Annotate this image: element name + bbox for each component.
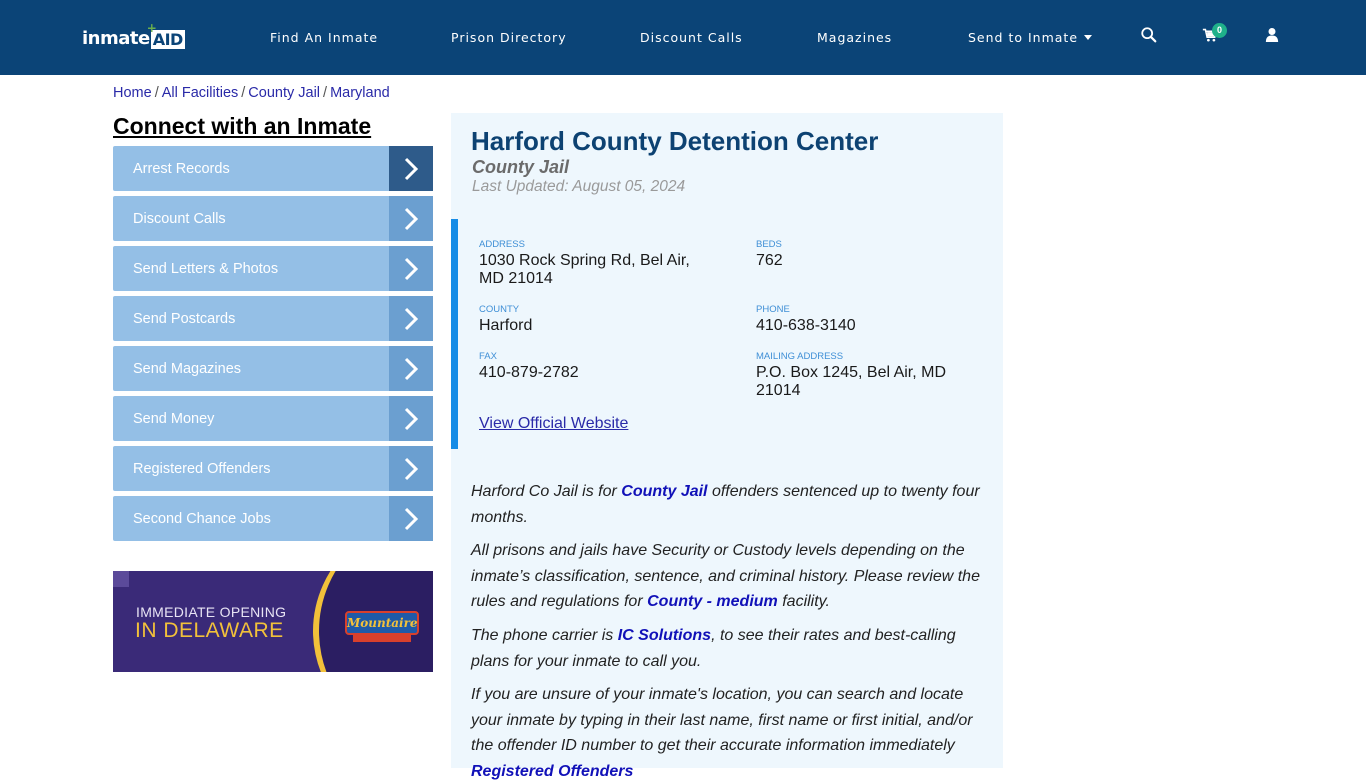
chevron-right-icon <box>389 246 433 291</box>
sidebar-item-second-chance-jobs[interactable]: Second Chance Jobs <box>113 496 433 541</box>
field-fax: FAX 410-879-2782 <box>479 351 709 382</box>
info-accent-bar <box>451 219 458 449</box>
sidebar-item-send-letters-photos[interactable]: Send Letters & Photos <box>113 246 433 291</box>
sidebar-item-label: Send Postcards <box>133 310 236 327</box>
inmateaid-logo[interactable]: inmate + AID <box>82 22 185 50</box>
field-value: P.O. Box 1245, Bel Air, MD 21014 <box>756 364 947 399</box>
breadcrumb-county-jail[interactable]: County Jail <box>248 85 320 101</box>
field-value: 762 <box>756 252 783 269</box>
sidebar-item-label: Discount Calls <box>133 210 226 227</box>
field-value: 410-638-3140 <box>756 317 856 334</box>
desc-text: The phone carrier is <box>471 627 618 644</box>
nav-magazines[interactable]: Magazines <box>817 0 892 75</box>
sidebar-title: Connect with an Inmate <box>113 113 372 139</box>
breadcrumb-home[interactable]: Home <box>113 85 152 101</box>
chevron-right-icon <box>389 446 433 491</box>
sidebar-item-arrest-records[interactable]: Arrest Records <box>113 146 433 191</box>
nav-prison-directory[interactable]: Prison Directory <box>451 0 567 75</box>
breadcrumb-all-facilities[interactable]: All Facilities <box>162 85 239 101</box>
caret-down-icon <box>1084 35 1093 40</box>
sidebar-item-label: Arrest Records <box>133 160 230 177</box>
desc-text: facility. <box>777 593 830 610</box>
field-label: ADDRESS <box>479 239 525 250</box>
facility-name: Harford County Detention Center <box>471 126 879 156</box>
chevron-right-icon <box>389 146 433 191</box>
registered-offenders-link[interactable]: Registered Offenders <box>471 763 633 780</box>
chevron-right-icon <box>389 296 433 341</box>
sidebar-item-send-money[interactable]: Send Money <box>113 396 433 441</box>
chevron-right-icon <box>389 346 433 391</box>
advertisement-banner[interactable]: IMMEDIATE OPENING IN DELAWARE Mountaire <box>113 571 433 672</box>
field-county: COUNTY Harford <box>479 304 709 335</box>
breadcrumb: Home / All Facilities / County Jail / Maryland <box>113 85 390 101</box>
top-navigation-bar: inmate + AID Find An Inmate Prison Direct… <box>0 0 1366 75</box>
breadcrumb-maryland[interactable]: Maryland <box>330 85 390 101</box>
breadcrumb-separator: / <box>154 85 159 101</box>
field-label: FAX <box>479 351 497 362</box>
nav-discount-calls[interactable]: Discount Calls <box>640 0 743 75</box>
breadcrumb-separator: / <box>241 85 246 101</box>
view-official-website-link[interactable]: View Official Website <box>479 415 628 433</box>
sidebar-item-send-magazines[interactable]: Send Magazines <box>113 346 433 391</box>
desc-text: If you are unsure of your inmate's locat… <box>471 686 973 754</box>
sidebar-item-registered-offenders[interactable]: Registered Offenders <box>113 446 433 491</box>
nav-send-to-inmate[interactable]: Send to Inmate <box>968 0 1093 75</box>
sidebar-item-label: Send Money <box>133 410 215 427</box>
field-label: COUNTY <box>479 304 520 315</box>
ad-headline-line1: IMMEDIATE OPENING <box>136 604 287 620</box>
sidebar-item-label: Second Chance Jobs <box>133 510 271 527</box>
sidebar-item-send-postcards[interactable]: Send Postcards <box>113 296 433 341</box>
field-value: 410-879-2782 <box>479 364 579 381</box>
field-address: ADDRESS 1030 Rock Spring Rd, Bel Air, MD… <box>479 239 709 288</box>
logo-text-inmate: inmate <box>82 28 150 49</box>
field-beds: BEDS 762 <box>756 239 986 270</box>
description-paragraph-2: All prisons and jails have Security or C… <box>471 538 991 615</box>
nav-find-an-inmate[interactable]: Find An Inmate <box>270 0 378 75</box>
user-icon[interactable] <box>1265 27 1285 47</box>
search-icon[interactable] <box>1140 26 1160 46</box>
description-paragraph-4: If you are unsure of your inmate's locat… <box>471 682 991 784</box>
ad-brand-logo: Mountaire <box>345 611 419 635</box>
field-label: MAILING ADDRESS <box>756 351 844 362</box>
description-paragraph-1: Harford Co Jail is for County Jail offen… <box>471 479 991 530</box>
ad-decor-square <box>113 571 129 587</box>
last-updated: Last Updated: August 05, 2024 <box>472 178 686 195</box>
ad-headline-line2: IN DELAWARE <box>135 619 284 642</box>
chevron-right-icon <box>389 196 433 241</box>
breadcrumb-separator: / <box>323 85 328 101</box>
county-jail-link[interactable]: County Jail <box>621 483 707 500</box>
field-label: BEDS <box>756 239 782 250</box>
description-paragraph-3: The phone carrier is IC Solutions, to se… <box>471 623 991 674</box>
sidebar-item-label: Registered Offenders <box>133 460 271 477</box>
logo-aid-label: AID <box>152 30 184 49</box>
chevron-right-icon <box>389 496 433 541</box>
sidebar-menu: Arrest Records Discount Calls Send Lette… <box>113 146 433 546</box>
field-value: 1030 Rock Spring Rd, Bel Air, MD 21014 <box>479 252 690 287</box>
field-mailing-address: MAILING ADDRESS P.O. Box 1245, Bel Air, … <box>756 351 971 400</box>
logo-plus-icon: + <box>146 21 157 35</box>
ad-brand-tagline <box>353 635 411 642</box>
logo-text-aid: + AID <box>147 22 185 49</box>
county-medium-link[interactable]: County - medium <box>647 593 778 610</box>
ic-solutions-link[interactable]: IC Solutions <box>618 627 711 644</box>
field-value: Harford <box>479 317 533 334</box>
sidebar-item-label: Send Letters & Photos <box>133 260 279 277</box>
field-label: PHONE <box>756 304 790 315</box>
desc-text: Harford Co Jail is for <box>471 483 622 500</box>
chevron-right-icon <box>389 396 433 441</box>
facility-type: County Jail <box>472 157 570 177</box>
nav-send-to-inmate-label: Send to Inmate <box>968 30 1079 45</box>
field-phone: PHONE 410-638-3140 <box>756 304 986 335</box>
cart-count-badge: 0 <box>1212 23 1227 38</box>
sidebar-item-discount-calls[interactable]: Discount Calls <box>113 196 433 241</box>
sidebar-item-label: Send Magazines <box>133 360 242 377</box>
